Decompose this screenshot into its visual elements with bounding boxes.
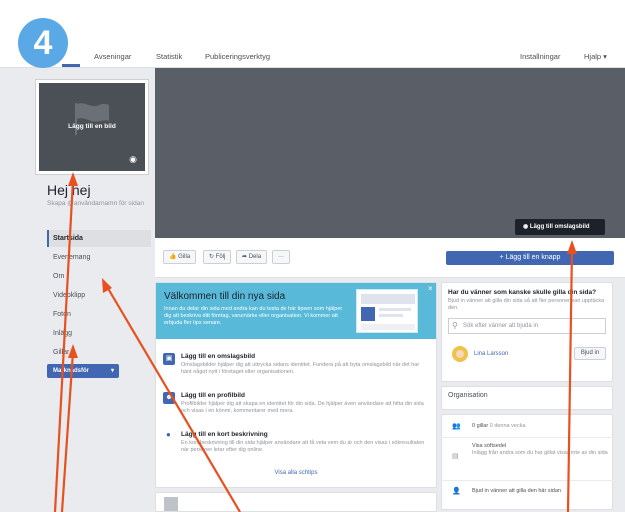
avatar-face	[456, 350, 464, 358]
news-feed-icon: ▤	[452, 453, 459, 460]
organisation-label: Organisation	[448, 392, 488, 399]
welcome-text: Innan du delar din sida med andra kan du…	[164, 306, 343, 326]
tab-avseningar[interactable]: Avseningar	[94, 52, 131, 61]
add-friend-icon: 👤	[452, 488, 461, 495]
avatar[interactable]	[452, 346, 468, 362]
divider	[441, 437, 613, 438]
camera-icon[interactable]: ◉	[129, 154, 137, 165]
page-title: Hej hej	[47, 182, 91, 198]
news-feed-link[interactable]: Visa söftsedel Inlägg från andra som du …	[472, 443, 608, 457]
likes-icon: 👥	[452, 423, 461, 430]
sidebar-item-evenemang[interactable]: Evenemang	[47, 249, 151, 266]
friend-name-link[interactable]: Lina Larsson	[474, 351, 508, 357]
tip-body-profile: Profilbilder hjälper dig att skapa en id…	[181, 401, 424, 414]
add-cover-photo-label: Lägg till omslagsbild	[529, 224, 590, 230]
invite-friends-title: Har du vänner som kanske skulle gilla di…	[448, 289, 597, 296]
follow-icon: ↻	[209, 254, 215, 260]
invite-friends-subtitle: Bjud in vänner att gilla din sida så att…	[448, 298, 605, 311]
add-profile-photo-label[interactable]: Lägg till en bild	[39, 123, 145, 130]
like-button[interactable]: 👍 Gilla	[163, 250, 197, 264]
promote-button[interactable]: Marknadsför ▾	[47, 364, 119, 378]
cover-photo	[155, 68, 625, 238]
invite-button[interactable]: Bjud in	[574, 347, 606, 360]
composer-avatar-icon	[164, 497, 178, 511]
location-pin-icon: ●	[166, 430, 171, 439]
sidebar-item-startsida[interactable]: Startsida	[47, 230, 151, 247]
tip-title-description[interactable]: Lägg till en kort beskrivning	[181, 431, 268, 438]
step-badge: 4	[18, 18, 68, 68]
sidebar-item-videoklipp[interactable]: Videoklipp	[47, 287, 151, 304]
active-tab-indicator	[62, 64, 80, 67]
show-all-tips-link[interactable]: Visa alla schtips	[155, 470, 437, 476]
add-cover-photo-button[interactable]: ◉ Lägg till omslagsbild	[515, 219, 605, 235]
page-preview-icon	[361, 294, 415, 330]
welcome-title: Välkommen till din nya sida	[164, 291, 286, 302]
camera-icon: ◉	[523, 224, 529, 230]
profile-photo-icon: ☻	[163, 392, 175, 404]
more-button[interactable]: ···	[272, 250, 290, 264]
welcome-illustration	[356, 289, 418, 333]
divider	[441, 480, 613, 481]
like-label: Gilla	[178, 254, 191, 260]
add-button-cta[interactable]: + Lägg till en knapp	[446, 251, 614, 265]
cover-photo-icon: ▣	[163, 353, 175, 365]
profile-picture[interactable]: Lägg till en bild ◉	[36, 80, 148, 174]
close-icon[interactable]: ×	[428, 284, 433, 293]
share-icon: ➦	[242, 254, 248, 260]
follow-label: Följ	[215, 254, 226, 260]
settings-link[interactable]: Installningar	[520, 52, 560, 61]
sidebar-item-gillar[interactable]: Gillar	[47, 344, 151, 361]
tip-title-cover[interactable]: Lägg till en omslagsbild	[181, 353, 255, 360]
help-menu[interactable]: Hjalp ▾	[584, 52, 607, 61]
share-button[interactable]: ➦ Dela	[236, 250, 268, 264]
tab-publiceringsverktyg[interactable]: Publiceringsverktyg	[205, 52, 270, 61]
chevron-down-icon: ▾	[110, 368, 114, 374]
tip-title-profile[interactable]: Lägg till en profilbild	[181, 392, 245, 399]
news-feed-title: Visa söftsedel	[472, 443, 507, 449]
page-username-link[interactable]: Skapa @användarnamn för sidan	[47, 200, 155, 208]
invite-friends-link[interactable]: Bjud in vänner att gilla den här sidan	[472, 488, 608, 495]
promote-label: Marknadsför	[53, 368, 90, 374]
sidebar-item-foton[interactable]: Foton	[47, 306, 151, 323]
likes-week-text: 0 denna vecka	[488, 423, 526, 429]
follow-button[interactable]: ↻ Följ	[203, 250, 232, 264]
tab-statistik[interactable]: Statistik	[156, 52, 182, 61]
sidebar-item-om[interactable]: Om	[47, 268, 151, 285]
thumbs-up-icon: 👍	[169, 254, 177, 260]
friend-search-input[interactable]: Sök efter vänner att bjuda in	[448, 318, 606, 334]
search-icon: ⚲	[452, 321, 458, 330]
sidebar-item-inlagg[interactable]: Inlägg	[47, 325, 151, 342]
news-feed-desc: Inlägg från andra som du har gillat visa…	[472, 450, 608, 456]
tip-body-cover: Omslagsbilder hjälper dig att uttrycka s…	[181, 362, 420, 375]
share-label: Dela	[248, 254, 262, 260]
likes-count-text: 0 gillar	[472, 423, 489, 429]
likes-count: 0 gillar 0 denna vecka	[472, 423, 608, 430]
tip-body-description: En kort beskrivning till din sida hjälpe…	[181, 440, 425, 453]
composer-card	[155, 492, 437, 512]
